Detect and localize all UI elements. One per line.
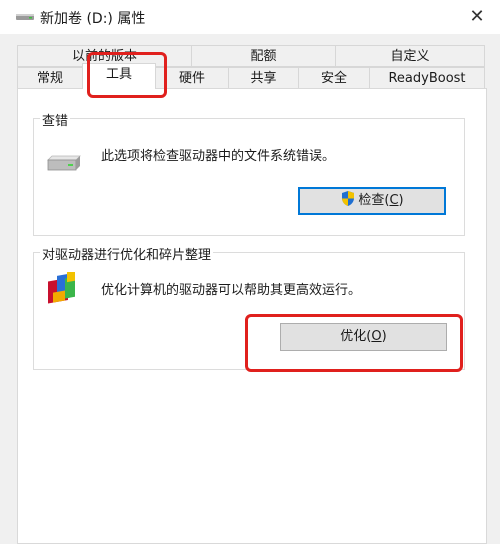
check-button[interactable]: 检查(C): [298, 187, 446, 215]
tab-customize[interactable]: 自定义: [335, 45, 485, 67]
check-button-label: 检查(: [358, 193, 390, 208]
defrag-icon: [48, 272, 75, 304]
optimize-button[interactable]: 优化(O): [280, 323, 447, 351]
optimize-title: 对驱动器进行优化和碎片整理: [40, 244, 214, 263]
optimize-button-accesskey: O: [371, 329, 382, 344]
close-button[interactable]: ✕: [454, 0, 500, 34]
check-button-suffix: ): [398, 193, 404, 208]
error-checking-group: 查错: [33, 110, 465, 236]
tab-tools[interactable]: 工具: [82, 63, 156, 89]
tab-hardware[interactable]: 硬件: [155, 67, 229, 89]
window-title: 新加卷 (D:) 属性: [40, 11, 146, 27]
drive-icon: [47, 155, 81, 171]
optimize-button-label: 优化(: [340, 329, 372, 344]
tab-readyboost[interactable]: ReadyBoost: [369, 67, 485, 89]
check-button-accesskey: C: [389, 193, 399, 208]
optimize-description: 优化计算机的驱动器可以帮助其更高效运行。: [101, 283, 362, 298]
tab-general[interactable]: 常规: [17, 67, 83, 89]
error-checking-description: 此选项将检查驱动器中的文件系统错误。: [101, 149, 336, 164]
tab-quota[interactable]: 配额: [191, 45, 336, 67]
uac-shield-icon: [342, 191, 355, 206]
tab-security[interactable]: 安全: [298, 67, 370, 89]
drive-title-icon: [16, 14, 34, 20]
tab-sharing[interactable]: 共享: [228, 67, 299, 89]
optimize-button-suffix: ): [381, 329, 387, 344]
properties-dialog: 新加卷 (D:) 属性 ✕ 以前的版本 配额 自定义 常规 工具 硬件 共享 安…: [0, 0, 500, 544]
error-checking-title: 查错: [40, 110, 71, 129]
title-bar: 新加卷 (D:) 属性 ✕: [0, 0, 500, 34]
optimize-group: 对驱动器进行优化和碎片整理: [33, 244, 465, 370]
